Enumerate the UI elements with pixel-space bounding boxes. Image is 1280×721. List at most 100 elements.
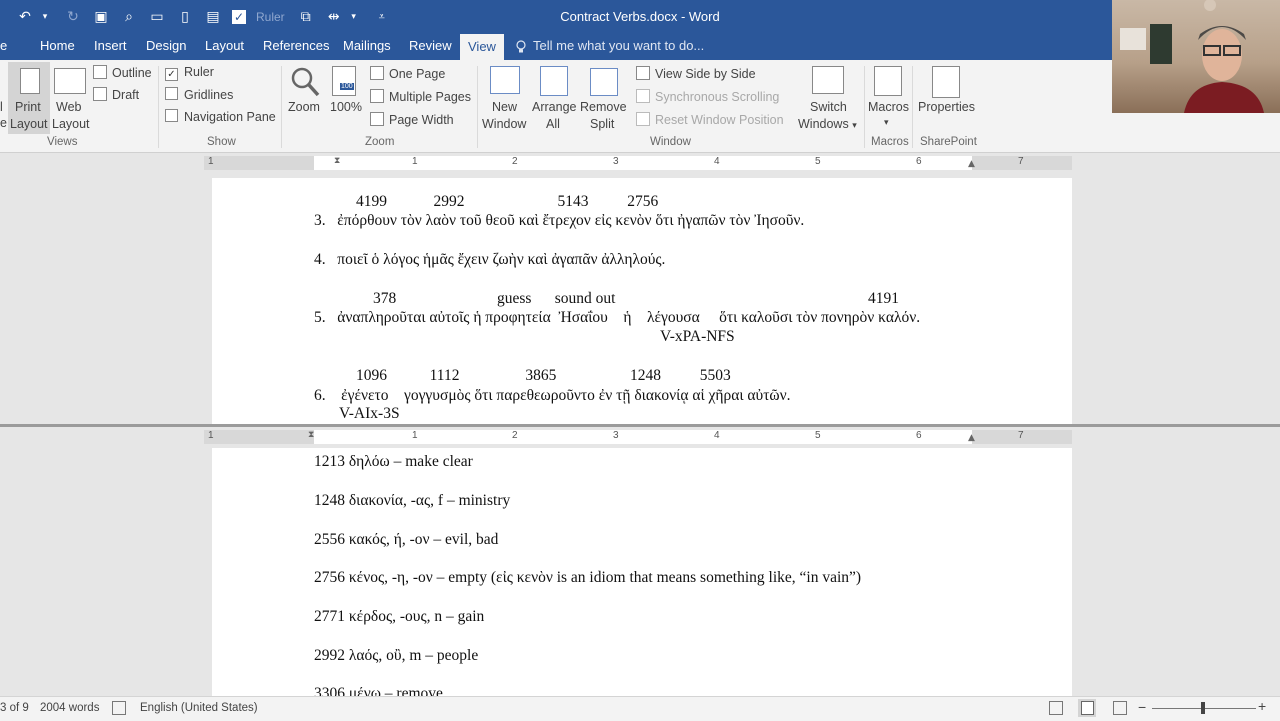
one-page-label: One Page [389, 67, 446, 81]
read-mode-label-1: l [0, 100, 3, 114]
ribbon: l e Print Layout Web Layout Outline Draf… [0, 60, 1280, 153]
multiple-pages-button[interactable]: Multiple Pages [370, 89, 471, 104]
numbers-line: 4199 2992 5143 2756 [356, 193, 659, 210]
switch-windows-label-1: Switch [810, 100, 847, 114]
read-mode-icon[interactable] [1049, 701, 1063, 715]
zoom-100-icon: 100 [332, 66, 356, 96]
vocab-entry: 1248 διακονία, -ας, f – ministry [314, 492, 511, 509]
ruler-checkbox[interactable]: ✓ Ruler [165, 65, 214, 81]
ruler-label: Ruler [184, 65, 214, 79]
arrange-all-button[interactable]: Arrange All [530, 62, 578, 134]
annotation-number: 4191 [868, 290, 899, 307]
ruler-number: 5 [815, 156, 821, 167]
tab-mailings[interactable]: Mailings [343, 38, 391, 53]
arrange-all-label-1: Arrange [532, 100, 577, 114]
lightbulb-icon [516, 39, 526, 53]
tab-insert[interactable]: Insert [94, 38, 127, 53]
tell-me-input[interactable]: Tell me what you want to do... [533, 38, 704, 53]
tab-references[interactable]: References [263, 38, 329, 53]
print-layout-button[interactable]: Print Layout [8, 62, 50, 134]
one-page-button[interactable]: One Page [370, 66, 445, 81]
print-layout-view-icon[interactable] [1078, 699, 1096, 717]
properties-button[interactable]: Properties [916, 62, 978, 134]
zoom-100-label: 100% [330, 100, 362, 114]
switch-windows-dropdown-icon: ▾ [852, 120, 857, 130]
horizontal-ruler-bottom[interactable]: 1 1 2 3 4 5 6 7 ⧗ ▲ [204, 430, 1072, 444]
reset-window-position-button[interactable]: Reset Window Position [636, 112, 784, 127]
zoom-out-icon[interactable]: − [1138, 699, 1146, 715]
navigation-pane-checkbox[interactable]: Navigation Pane [165, 109, 276, 124]
sentence-4: 4. ποιεῖ ὁ λόγος ἡμᾶς ἔχειν ζωὴν καὶ ἀγα… [314, 251, 666, 268]
synchronous-scrolling-label: Synchronous Scrolling [655, 90, 780, 104]
zoom-magnifier-icon [291, 67, 320, 97]
horizontal-ruler-top[interactable]: 1 1 2 3 4 5 6 7 ⧗ ▲ [204, 156, 1072, 170]
print-layout-label-1: Print [15, 100, 41, 114]
web-layout-button[interactable]: Web Layout [50, 62, 92, 134]
ruler-number: 3 [613, 156, 619, 167]
macros-separator [912, 66, 913, 148]
page-count-label: 3 of 9 [0, 702, 29, 714]
macros-icon [874, 66, 902, 96]
new-window-button[interactable]: New Window [480, 62, 530, 134]
tab-file[interactable]: e [0, 38, 7, 53]
zoom-label: Zoom [288, 100, 320, 114]
switch-windows-button[interactable]: Switch Windows ▾ [796, 62, 860, 134]
zoom-slider-thumb[interactable] [1201, 702, 1205, 714]
indent-marker-icon[interactable]: ⧗ [308, 430, 314, 440]
word-count[interactable]: 2004 words [40, 702, 99, 714]
document-page-bottom[interactable]: 1213 δηλόω – make clear 1248 διακονία, -… [212, 448, 1072, 702]
print-layout-icon [20, 68, 40, 94]
right-indent-marker-icon[interactable]: ▲ [968, 159, 975, 169]
window-group-label: Window [650, 136, 691, 148]
status-bar: 3 of 9 2004 words English (United States… [0, 696, 1280, 721]
ruler-number: 3 [613, 430, 619, 441]
read-mode-button[interactable]: l e [0, 100, 7, 130]
ruler-number: 1 [208, 430, 214, 441]
draft-button[interactable]: Draft [93, 87, 139, 102]
gridlines-checkbox[interactable]: Gridlines [165, 87, 233, 102]
ruler-number: 7 [1018, 156, 1024, 167]
macros-button[interactable]: Macros ▾ [866, 62, 912, 134]
ribbon-tabs: e Home Insert Design Layout References M… [0, 34, 1280, 60]
read-mode-label-2: e [0, 116, 7, 130]
zoom-in-icon[interactable]: + [1258, 698, 1266, 714]
page-count[interactable]: 3 of 9 [0, 702, 29, 714]
vocab-entry: 2992 λαός, οὒ, m – people [314, 647, 479, 664]
vocab-entry: 2771 κέρδος, -ους, n – gain [314, 608, 485, 625]
tab-layout[interactable]: Layout [205, 38, 244, 53]
document-page-top[interactable]: 4199 2992 5143 2756 3. ἐπόρθουν τὸν λαὸν… [212, 178, 1072, 424]
switch-windows-label-2: Windows ▾ [798, 117, 857, 131]
tab-home[interactable]: Home [40, 38, 75, 53]
window-split-bar[interactable] [0, 424, 1280, 427]
tab-design[interactable]: Design [146, 38, 186, 53]
right-indent-marker-icon[interactable]: ▲ [968, 433, 975, 443]
zoom-group-label: Zoom [365, 136, 395, 148]
parsing-code: V-AIx-3S [339, 405, 400, 422]
page-width-label: Page Width [389, 113, 454, 127]
side-by-side-icon [636, 66, 650, 80]
tab-view[interactable]: View [460, 34, 504, 60]
gridlines-check-icon [165, 87, 178, 100]
new-window-label-2: Window [482, 117, 527, 131]
outline-button[interactable]: Outline [93, 65, 152, 80]
views-group-label: Views [47, 136, 78, 148]
indent-marker-icon[interactable]: ⧗ [334, 156, 340, 166]
proofing-icon[interactable] [112, 701, 126, 715]
ruler-number: 4 [714, 430, 720, 441]
remove-split-label-1: Remove [580, 100, 627, 114]
view-side-by-side-button[interactable]: View Side by Side [636, 66, 756, 81]
web-layout-icon [54, 68, 86, 94]
show-separator [281, 66, 282, 148]
remove-split-button[interactable]: Remove Split [578, 62, 628, 134]
synchronous-scrolling-button[interactable]: Synchronous Scrolling [636, 89, 779, 104]
macros-dropdown-icon: ▾ [884, 117, 889, 127]
web-layout-view-icon[interactable] [1113, 701, 1127, 715]
zoom-button[interactable]: Zoom [286, 62, 326, 134]
ruler-number: 6 [916, 156, 922, 167]
draft-icon [93, 87, 107, 101]
tab-review[interactable]: Review [409, 38, 452, 53]
language-indicator[interactable]: English (United States) [140, 702, 258, 714]
zoom-100-button[interactable]: 100 100% [328, 62, 364, 134]
navigation-check-icon [165, 109, 178, 122]
page-width-button[interactable]: Page Width [370, 112, 454, 127]
